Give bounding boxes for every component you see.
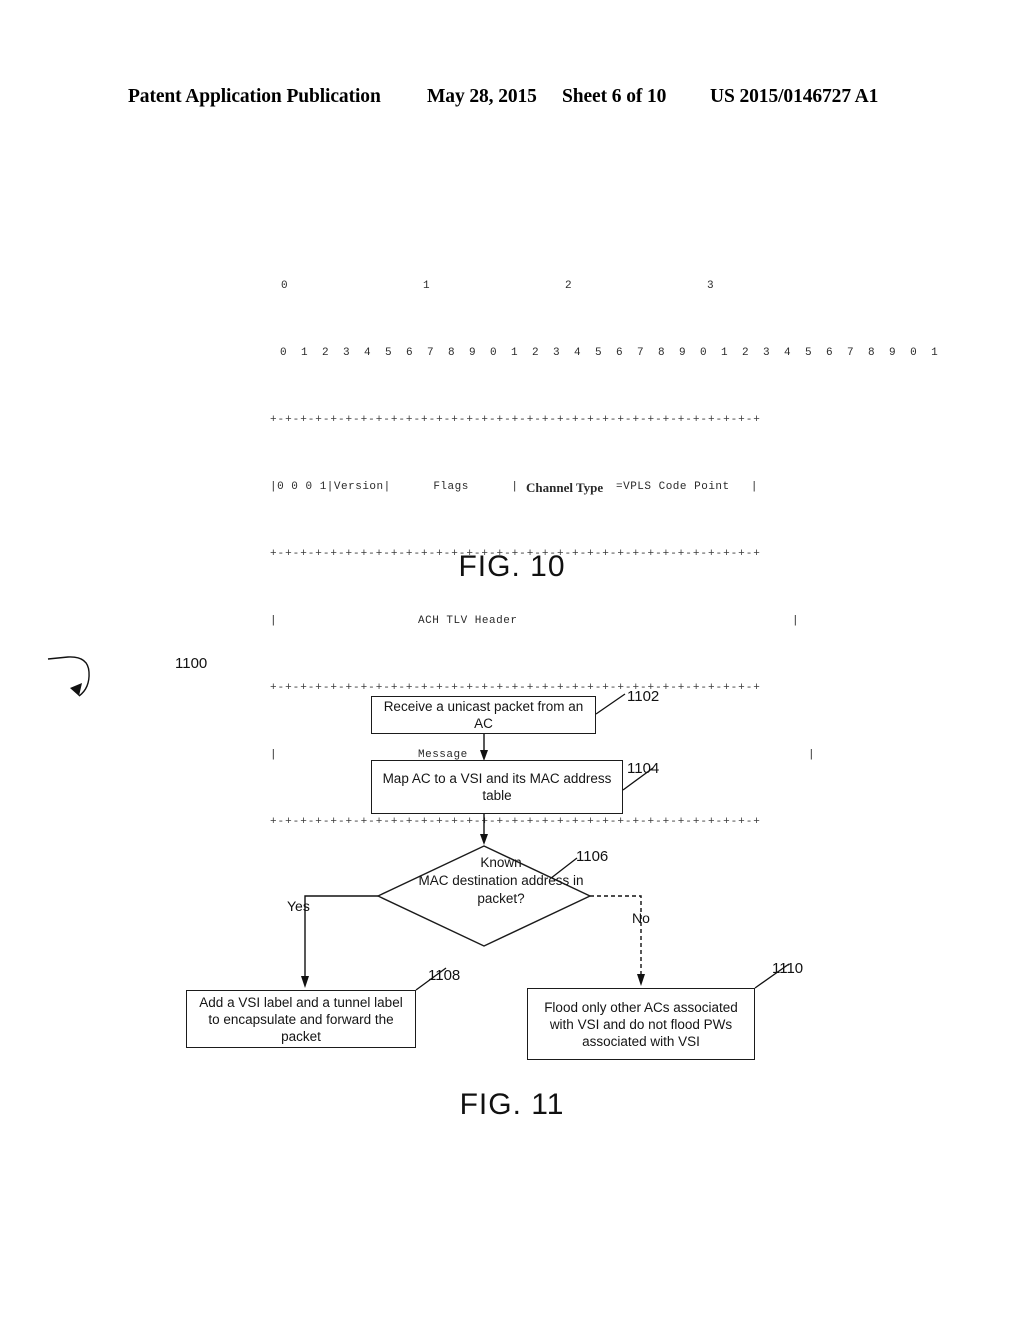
ref-1102-leader	[595, 693, 626, 715]
arrowhead-1106	[480, 834, 488, 845]
publication-date: May 28, 2015	[427, 86, 537, 107]
flow-node-1102[interactable]: Receive a unicast packet from an AC	[371, 696, 596, 734]
separator-text: +-+-+-+-+-+-+-+-+-+-+-+-+-+-+-+-+-+-+-+-…	[270, 414, 761, 426]
page-header: Patent Application Publication May 28, 2…	[0, 86, 1024, 116]
ref-number-1100: 1100	[175, 655, 208, 672]
row-pipe-left: |	[270, 615, 278, 627]
flow-node-1104-label: Map AC to a VSI and its MAC address tabl…	[382, 771, 612, 803]
connector-yes-branch	[304, 895, 378, 980]
channel-type-label: Channel Type	[526, 480, 604, 495]
fig10-separator-1: +-+-+-+-+-+-+-+-+-+-+-+-+-+-+-+-+-+-+-+-…	[268, 415, 828, 449]
connector-no-branch	[590, 895, 642, 978]
branch-label-yes: Yes	[287, 898, 310, 914]
patent-number: US 2015/0146727 A1	[710, 86, 879, 107]
sheet-number: Sheet 6 of 10	[562, 86, 667, 107]
ref-number-1106: 1106	[576, 848, 609, 865]
ref-number-1110: 1110	[772, 960, 804, 977]
word-ruler-2: 2	[565, 280, 573, 292]
flow-node-1106-line3: packet?	[477, 891, 525, 906]
flow-node-1110-label: Flood only other ACs associated with VSI…	[544, 999, 738, 1049]
ref-1100-arrowhead	[70, 683, 82, 696]
ach-tlv-header-label: ACH TLV Header	[418, 615, 518, 627]
flow-node-1106-line2: MAC destination address in	[418, 873, 584, 888]
ref-1100-leader	[47, 656, 90, 697]
flow-node-1104[interactable]: Map AC to a VSI and its MAC address tabl…	[371, 760, 623, 814]
bit-ruler-text: 0 1 2 3 4 5 6 7 8 9 0 1 2 3 4 5 6 7 8 9 …	[280, 347, 942, 359]
arrowhead-1108	[301, 976, 309, 988]
flow-node-1108[interactable]: Add a VSI label and a tunnel label to en…	[186, 990, 416, 1048]
fig10-caption: FIG. 10	[458, 550, 566, 583]
flow-node-1102-label: Receive a unicast packet from an AC	[383, 699, 584, 731]
fig11-caption: FIG. 11	[459, 1088, 565, 1121]
flow-node-1108-label: Add a VSI label and a tunnel label to en…	[199, 994, 403, 1044]
field-row-right: =VPLS Code Point |	[616, 481, 759, 493]
fig10-field-row-header: |0 0 0 1|Version| Flags | Channel Type =…	[268, 480, 828, 516]
publication-type-label: Patent Application Publication	[128, 86, 381, 107]
field-row-left: |0 0 0 1|Version| Flags |	[270, 481, 533, 493]
word-ruler-1: 1	[423, 280, 431, 292]
ref-number-1108: 1108	[428, 967, 461, 984]
row-pipe-right: |	[792, 615, 800, 627]
flow-node-1110[interactable]: Flood only other ACs associated with VSI…	[527, 988, 755, 1060]
ref-number-1102: 1102	[627, 688, 660, 705]
arrowhead-1110	[637, 974, 645, 986]
fig11-flowchart: Receive a unicast packet from an AC Map …	[0, 630, 1024, 1080]
word-ruler-3: 3	[707, 280, 715, 292]
word-ruler-0: 0	[281, 280, 289, 292]
fig10-bit-ruler: 0 1 2 3 4 5 6 7 8 9 0 1 2 3 4 5 6 7 8 9 …	[268, 348, 938, 382]
ref-number-1104: 1104	[627, 760, 660, 777]
branch-label-no: No	[632, 910, 650, 926]
fig10-word-ruler: 0 1 2 3	[268, 281, 828, 315]
